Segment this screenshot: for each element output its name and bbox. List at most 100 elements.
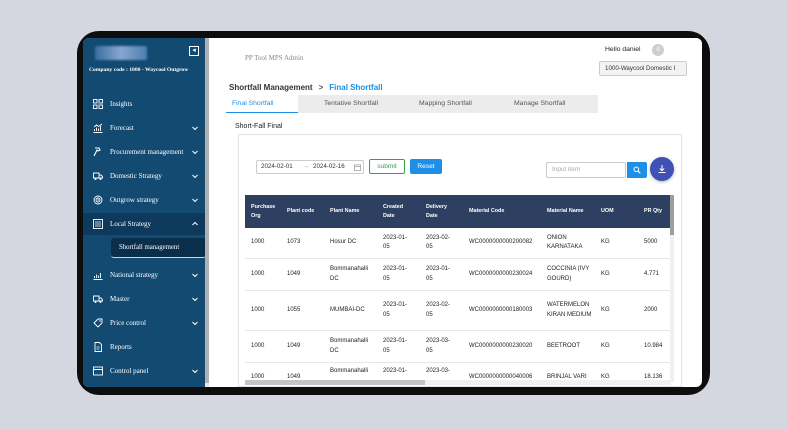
cell-material-code: WC0000000000230024 xyxy=(469,270,533,277)
cell-uom: KG xyxy=(601,342,610,349)
app-title: PP Tool MPS Admin xyxy=(245,54,304,62)
chevron-up-icon xyxy=(192,221,198,226)
chart-icon xyxy=(92,123,104,133)
sidebar-item-label: Master xyxy=(110,295,130,303)
sidebar-subitem-shortfall-management[interactable]: Shortfall management xyxy=(111,238,206,258)
sidebar-item-label: Domestic Strategy xyxy=(110,172,162,180)
chevron-down-icon xyxy=(192,126,198,131)
sidebar: ◂ Company code : 1000 - Waycool Outgrow … xyxy=(83,38,209,387)
chart-icon xyxy=(92,270,104,280)
column-header: Purchase Org xyxy=(251,203,276,219)
chevron-down-icon xyxy=(192,321,198,326)
target-icon xyxy=(92,195,104,205)
sidebar-item-label: Insights xyxy=(110,100,133,108)
table-row[interactable]: 1000 1049 Bommanahalli DC 2023-01-05 202… xyxy=(245,259,671,291)
chevron-down-icon xyxy=(192,198,198,203)
tab-manage-shortfall[interactable]: Manage Shortfall xyxy=(508,95,588,113)
breadcrumb: Shortfall Management > Final Shortfall xyxy=(229,83,383,92)
submit-button[interactable]: submit xyxy=(369,159,405,174)
sidebar-item-domestic-strategy[interactable]: Domestic Strategy xyxy=(83,165,209,187)
sidebar-item-forecast[interactable]: Forecast xyxy=(83,117,209,139)
org-selector[interactable]: 1000-Waycool Domestic I xyxy=(599,61,687,76)
cell-plant-code: 1073 xyxy=(287,239,301,246)
table-row[interactable]: 1000 1073 Hosur DC 2023-01-05 2023-02-05… xyxy=(245,228,671,259)
tab-mapping-shortfall[interactable]: Mapping Shortfall xyxy=(413,95,493,113)
column-header: PR Qty xyxy=(644,208,662,215)
cell-pr-qty: 2000 xyxy=(644,306,658,313)
sidebar-item-label: National strategy xyxy=(110,271,159,279)
breadcrumb-parent[interactable]: Shortfall Management xyxy=(229,83,313,92)
brand-logo xyxy=(95,46,147,60)
sidebar-item-reports[interactable]: Reports xyxy=(83,336,209,358)
cell-uom: KG xyxy=(601,239,610,246)
table-row[interactable]: 1000 1049 Bommanahalli DC 2023-01-05 202… xyxy=(245,331,671,363)
sidebar-item-master[interactable]: Master xyxy=(83,288,209,310)
table-horizontal-scrollbar[interactable] xyxy=(245,380,671,385)
download-button[interactable] xyxy=(650,157,674,181)
column-header: Material Name xyxy=(547,208,584,215)
sidebar-item-control-panel[interactable]: Control panel xyxy=(83,360,209,382)
download-icon xyxy=(658,165,666,173)
column-header: Delivery Date xyxy=(426,203,447,219)
cell-material-code: WC0000000000180003 xyxy=(469,306,533,313)
date-to[interactable]: 2024-02-16 xyxy=(313,161,345,173)
cell-uom: KG xyxy=(601,306,610,313)
reset-button[interactable]: Reset xyxy=(410,159,442,174)
avatar[interactable]: d xyxy=(652,44,664,56)
truck-icon xyxy=(92,171,104,181)
sidebar-item-insights[interactable]: Insights xyxy=(83,93,209,115)
sidebar-item-price-control[interactable]: Price control xyxy=(83,312,209,334)
column-header: UOM xyxy=(601,208,614,215)
app-window: ◂ Company code : 1000 - Waycool Outgrow … xyxy=(83,38,702,387)
cell-plant-code: 1055 xyxy=(287,306,301,313)
cell-material-code: WC0000000000200082 xyxy=(469,239,533,246)
column-header: Material Code xyxy=(469,208,505,215)
chevron-down-icon xyxy=(192,273,198,278)
shortfall-table: Purchase Org Plant code Plant Name Creat… xyxy=(245,195,675,382)
column-header: Plant Name xyxy=(330,208,360,215)
sidebar-item-label: Forecast xyxy=(110,124,134,132)
tab-final-shortfall[interactable]: Final Shortfall xyxy=(226,95,298,113)
search-button[interactable] xyxy=(627,162,647,178)
cell-delivery-date: 2023-02-05 xyxy=(426,302,451,318)
section-title: Short-Fall Final xyxy=(235,123,283,130)
search-icon xyxy=(633,166,641,174)
sidebar-item-outgrow-strategy[interactable]: Outgrow strategy xyxy=(83,189,209,211)
sidebar-item-local-strategy[interactable]: Local Strategy xyxy=(83,213,209,235)
sidebar-item-procurement[interactable]: Procurement management xyxy=(83,141,209,163)
column-header: Plant code xyxy=(287,208,315,215)
cell-created-date: 2023-01-05 xyxy=(383,266,408,282)
cell-delivery-date: 2023-03-05 xyxy=(426,338,451,354)
cell-plant-name: Bommanahalli DC xyxy=(330,266,369,282)
cell-created-date: 2023-01-05 xyxy=(383,338,408,354)
tab-tentative-shortfall[interactable]: Tentative Shortfall xyxy=(318,95,398,113)
chevron-down-icon xyxy=(192,150,198,155)
truck-icon xyxy=(92,294,104,304)
column-header: Created Date xyxy=(383,203,404,219)
panel-icon xyxy=(92,366,104,376)
date-from[interactable]: 2024-02-01 xyxy=(261,161,293,173)
sidebar-scrollbar[interactable] xyxy=(205,38,209,387)
date-range-picker[interactable]: 2024-02-01 → 2024-02-16 xyxy=(256,160,364,174)
cell-plant-code: 1049 xyxy=(287,270,301,277)
sidebar-item-label: Control panel xyxy=(110,367,149,375)
table-vertical-scrollbar[interactable] xyxy=(670,195,674,382)
tab-bar: Final Shortfall Tentative Shortfall Mapp… xyxy=(226,95,696,113)
chevron-down-icon xyxy=(192,297,198,302)
date-range-arrow: → xyxy=(303,163,310,170)
sidebar-item-national-strategy[interactable]: National strategy xyxy=(83,264,209,286)
breadcrumb-current: Final Shortfall xyxy=(329,83,383,92)
cell-delivery-date: 2023-02-05 xyxy=(426,234,451,250)
cell-material-name: BEETROOT xyxy=(547,342,581,349)
table-row[interactable]: 1000 1055 MUMBAI-DC 2023-01-05 2023-02-0… xyxy=(245,291,671,331)
collapse-sidebar-button[interactable]: ◂ xyxy=(189,46,199,56)
cell-purchase-org: 1000 xyxy=(251,270,265,277)
search-input[interactable]: Input item xyxy=(546,162,626,178)
hammer-icon xyxy=(92,147,104,157)
cell-plant-name: MUMBAI-DC xyxy=(330,306,365,313)
price-icon xyxy=(92,318,104,328)
calendar-icon xyxy=(354,164,361,171)
cell-plant-name: Hosur DC xyxy=(330,239,357,246)
cell-pr-qty: 5000 xyxy=(644,239,658,246)
cell-pr-qty: 10.984 xyxy=(644,342,663,349)
